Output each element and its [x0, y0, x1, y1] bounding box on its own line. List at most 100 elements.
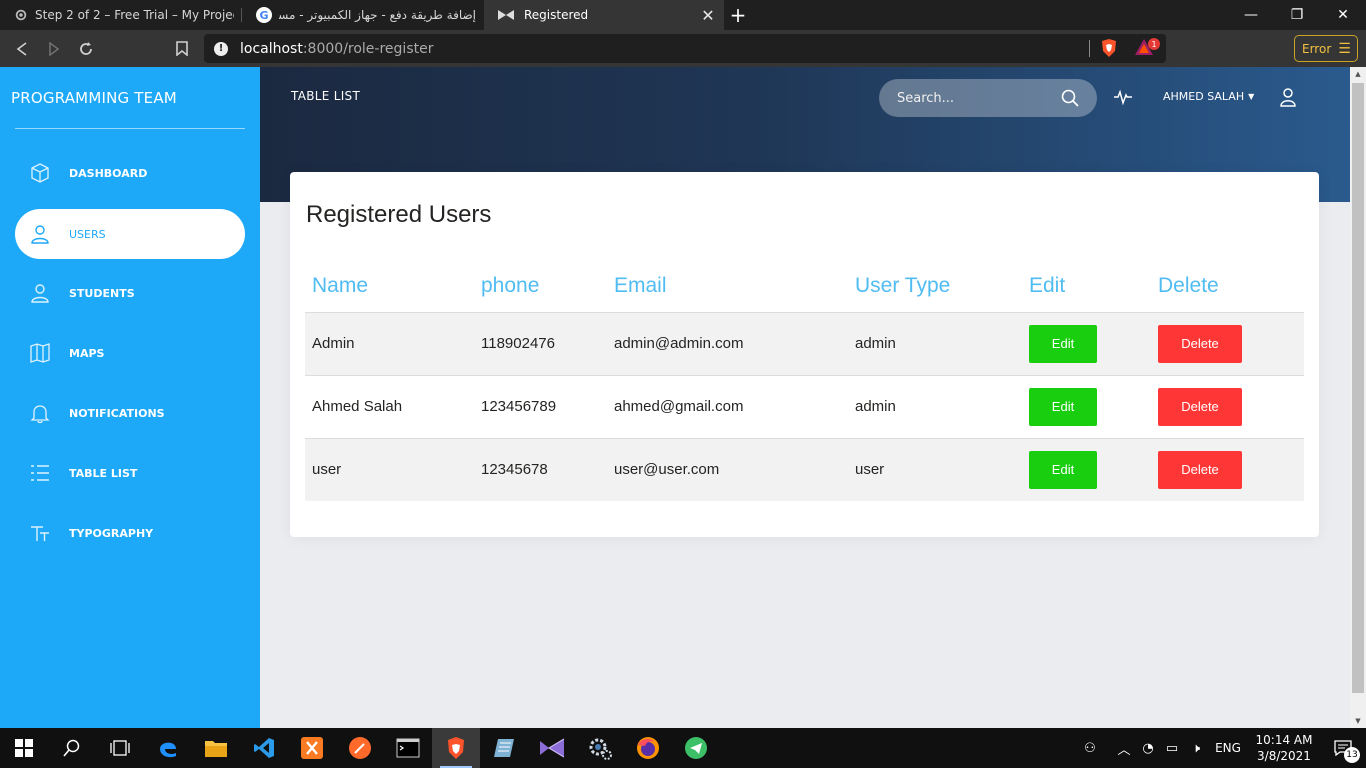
user-name: AHMED SALAH — [1163, 90, 1245, 103]
brave-shield-icon[interactable] — [1100, 38, 1118, 58]
windows-icon — [15, 739, 33, 757]
error-label: Error — [1302, 41, 1332, 56]
clock[interactable]: 10:14 AM 3/8/2021 — [1248, 732, 1320, 764]
gear-icon — [15, 9, 27, 21]
firefox-app[interactable] — [624, 728, 672, 768]
user-icon — [29, 223, 51, 245]
error-menu-button[interactable]: Error ☰ — [1294, 35, 1358, 62]
google-icon: G — [256, 7, 272, 23]
visual-studio-app[interactable] — [528, 728, 576, 768]
sidebar-item-maps[interactable]: MAPS — [15, 328, 245, 378]
system-tray: ⚇ ︿ ◔ ▭ 🕨 ENG 10:14 AM 3/8/2021 13 — [1078, 728, 1366, 768]
taskbar: ⚇ ︿ ◔ ▭ 🕨 ENG 10:14 AM 3/8/2021 13 — [0, 728, 1366, 768]
sidebar-item-typography[interactable]: TYPOGRAPHY — [15, 508, 245, 558]
notes-app[interactable] — [480, 728, 528, 768]
delete-button[interactable]: Delete — [1158, 450, 1242, 489]
rewards-extension[interactable]: 1 — [1134, 38, 1160, 58]
search-input[interactable] — [897, 90, 1057, 106]
tab-title: Registered — [524, 8, 589, 22]
sublime-app[interactable] — [336, 728, 384, 768]
bow-tie-icon — [498, 10, 514, 20]
search-icon — [63, 739, 80, 757]
start-button[interactable] — [0, 728, 48, 768]
xampp-app[interactable] — [288, 728, 336, 768]
url-field[interactable]: ! localhost:8000/role-register — [204, 34, 1166, 63]
bookmark-icon — [176, 41, 188, 56]
address-bar-row: ! localhost:8000/role-register 1 Error ☰ — [0, 30, 1366, 67]
text-icon — [29, 522, 51, 544]
brand-divider — [15, 128, 245, 129]
back-button[interactable] — [6, 34, 38, 64]
card-title: Registered Users — [306, 201, 492, 228]
people-icon[interactable]: ⚇ — [1078, 728, 1102, 768]
task-view-button[interactable] — [96, 728, 144, 768]
user-dropdown[interactable]: AHMED SALAH ▼ — [1163, 90, 1254, 103]
registered-users-card: Registered Users Name phone Email User T… — [290, 172, 1319, 537]
browser-tab[interactable]: G إضافة طريقة دفع - جهاز الكمبيوتر - مسا… — [242, 0, 484, 30]
cell-name: Admin — [305, 311, 474, 375]
wifi-icon[interactable]: ◔ — [1136, 728, 1160, 768]
sidebar-item-dashboard[interactable]: DASHBOARD — [15, 148, 245, 198]
telegram-app[interactable] — [672, 728, 720, 768]
settings-app[interactable] — [576, 728, 624, 768]
delete-button[interactable]: Delete — [1158, 387, 1242, 426]
browser-tab-bar: Step 2 of 2 – Free Trial – My Project 46… — [0, 0, 1366, 30]
sidebar-item-table-list[interactable]: TABLE LIST — [15, 448, 245, 498]
column-header-phone: phone — [474, 261, 607, 313]
search-icon[interactable] — [1061, 89, 1079, 107]
brave-app[interactable] — [432, 728, 480, 768]
close-window-icon[interactable]: ✕ — [1320, 0, 1366, 30]
scroll-thumb[interactable] — [1352, 83, 1364, 693]
edit-button[interactable]: Edit — [1029, 387, 1097, 426]
file-explorer-app[interactable] — [192, 728, 240, 768]
battery-icon[interactable]: ▭ — [1160, 728, 1184, 768]
vscode-app[interactable] — [240, 728, 288, 768]
action-center-button[interactable]: 13 — [1320, 728, 1366, 768]
page-scrollbar[interactable]: ▲ ▼ — [1350, 67, 1366, 728]
scroll-up-icon[interactable]: ▲ — [1350, 67, 1366, 81]
forward-button[interactable] — [38, 34, 70, 64]
close-tab-icon[interactable]: ✕ — [700, 6, 716, 25]
table-row: user 12345678 user@user.com user Edit De… — [305, 437, 1304, 501]
edge-app[interactable] — [144, 728, 192, 768]
window-controls: — ❐ ✕ — [1228, 0, 1366, 30]
page-title[interactable]: TABLE LIST — [291, 89, 360, 103]
sidebar-item-users[interactable]: USERS — [15, 209, 245, 259]
browser-tab[interactable]: Step 2 of 2 – Free Trial – My Project 46 — [0, 0, 242, 30]
caret-down-icon: ▼ — [1248, 92, 1255, 101]
sidebar-item-label: DASHBOARD — [69, 166, 148, 180]
browser-tab-active[interactable]: Registered ✕ — [484, 0, 724, 30]
delete-button[interactable]: Delete — [1158, 324, 1242, 363]
terminal-app[interactable] — [384, 728, 432, 768]
sidebar-item-notifications[interactable]: NOTIFICATIONS — [15, 388, 245, 438]
info-icon[interactable]: ! — [214, 41, 228, 56]
chevron-up-icon[interactable]: ︿ — [1112, 728, 1136, 768]
users-table: Name phone Email User Type Edit Delete A… — [305, 261, 1304, 501]
back-icon — [16, 41, 27, 56]
cell-email: admin@admin.com — [607, 311, 848, 375]
edit-button[interactable]: Edit — [1029, 324, 1097, 363]
cube-icon — [29, 162, 51, 184]
sidebar-item-students[interactable]: STUDENTS — [15, 268, 245, 318]
search-taskbar-button[interactable] — [48, 728, 96, 768]
restore-icon[interactable]: ❐ — [1274, 0, 1320, 30]
cell-email: user@user.com — [607, 437, 848, 501]
cell-user-type: admin — [848, 311, 1022, 375]
reload-button[interactable] — [70, 34, 102, 64]
search-box — [879, 79, 1097, 117]
url-text: localhost:8000/role-register — [240, 41, 433, 57]
volume-muted-icon[interactable]: 🕨 — [1184, 728, 1208, 768]
new-tab-button[interactable]: + — [724, 0, 752, 30]
minimize-icon[interactable]: — — [1228, 0, 1274, 30]
scroll-down-icon[interactable]: ▼ — [1350, 714, 1366, 728]
sidebar-item-label: TYPOGRAPHY — [69, 526, 154, 540]
bookmark-button[interactable] — [166, 34, 198, 64]
language-indicator[interactable]: ENG — [1208, 728, 1248, 768]
edit-button[interactable]: Edit — [1029, 450, 1097, 489]
pulse-icon[interactable] — [1113, 87, 1133, 107]
cell-edit: Edit — [1022, 374, 1151, 438]
brand-logo-text[interactable]: PROGRAMMING TEAM — [11, 89, 177, 107]
person-icon[interactable] — [1278, 87, 1298, 107]
user-icon — [29, 282, 51, 304]
sidebar-item-label: NOTIFICATIONS — [69, 406, 165, 420]
